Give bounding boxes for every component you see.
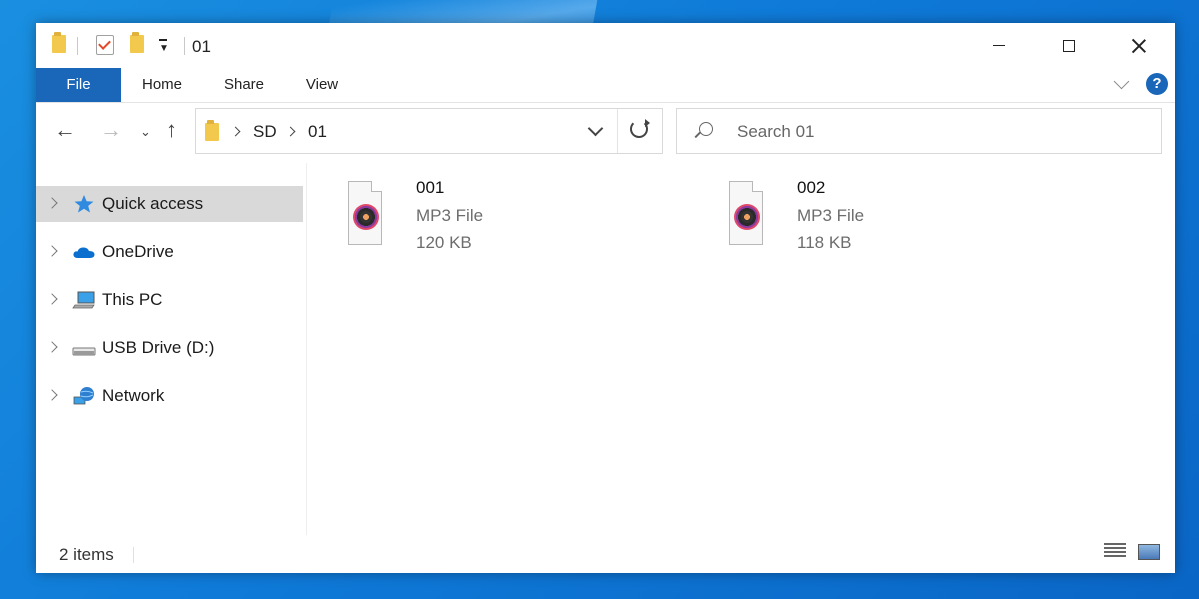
computer-icon xyxy=(72,291,95,309)
address-bar[interactable]: SD 01 xyxy=(195,108,663,154)
refresh-icon[interactable] xyxy=(630,119,650,138)
maximize-button[interactable] xyxy=(1034,23,1104,68)
close-icon xyxy=(1131,38,1147,54)
star-icon xyxy=(74,195,94,213)
nav-label: USB Drive (D:) xyxy=(102,338,215,357)
music-disc-icon xyxy=(353,204,379,230)
tab-view[interactable]: View xyxy=(292,68,352,102)
expand-chevron-icon[interactable] xyxy=(46,197,58,209)
nav-item-this-pc[interactable]: This PC xyxy=(36,282,303,318)
nav-label: Network xyxy=(102,386,165,405)
properties-check-icon[interactable] xyxy=(96,35,114,55)
ribbon-tabs: File Home Share View xyxy=(36,68,1175,103)
folder-icon xyxy=(205,120,219,141)
breadcrumb-chevron-icon[interactable] xyxy=(230,126,241,137)
search-input[interactable] xyxy=(735,119,1139,145)
help-icon[interactable]: ? xyxy=(1146,73,1168,95)
nav-item-network[interactable]: Network xyxy=(36,378,303,414)
nav-label: OneDrive xyxy=(102,242,174,261)
minimize-icon xyxy=(993,44,1005,47)
file-type: MP3 File xyxy=(416,206,484,225)
nav-item-usb-drive[interactable]: USB Drive (D:) xyxy=(36,330,303,366)
nav-label: Quick access xyxy=(102,194,204,213)
mp3-file-icon xyxy=(348,181,382,245)
expand-chevron-icon[interactable] xyxy=(46,245,58,257)
expand-ribbon-chevron-icon[interactable] xyxy=(1113,73,1130,90)
large-icons-view-icon[interactable] xyxy=(1138,544,1160,560)
pane-divider[interactable] xyxy=(306,163,307,535)
expand-chevron-icon[interactable] xyxy=(46,341,58,353)
nav-label: This PC xyxy=(102,290,163,309)
tab-share[interactable]: Share xyxy=(212,68,276,102)
tab-home[interactable]: Home xyxy=(128,68,196,102)
file-size: 120 KB xyxy=(416,233,472,252)
toolbar-separator xyxy=(184,37,185,55)
new-folder-icon[interactable] xyxy=(130,32,144,53)
window-title: 01 xyxy=(192,37,211,56)
search-box[interactable] xyxy=(676,108,1162,154)
folder-icon xyxy=(52,32,66,53)
file-item-002[interactable]: 002 MP3 File 118 KB xyxy=(729,178,969,252)
back-arrow-icon[interactable]: ← xyxy=(54,119,76,141)
customize-toolbar-dropdown-icon[interactable]: ▼ xyxy=(159,39,169,54)
close-button[interactable] xyxy=(1104,23,1174,68)
file-item-001[interactable]: 001 MP3 File 120 KB xyxy=(348,178,588,252)
expand-chevron-icon[interactable] xyxy=(46,293,58,305)
mp3-file-icon xyxy=(729,181,763,245)
music-disc-icon xyxy=(734,204,760,230)
status-separator xyxy=(133,547,134,563)
usb-drive-icon xyxy=(72,347,96,356)
item-count: 2 items xyxy=(59,545,114,564)
file-name: 002 xyxy=(797,178,826,197)
recent-locations-chevron-icon[interactable]: ⌄ xyxy=(140,121,151,143)
network-icon xyxy=(73,387,94,405)
minimize-button[interactable] xyxy=(964,23,1034,68)
details-view-icon[interactable] xyxy=(1104,543,1126,561)
breadcrumb-chevron-icon[interactable] xyxy=(285,126,296,137)
nav-item-onedrive[interactable]: OneDrive xyxy=(36,234,303,270)
maximize-icon xyxy=(1063,39,1075,52)
nav-item-quick-access[interactable]: Quick access xyxy=(36,186,303,222)
file-explorer-window: ▼ 01 File Home Share View ? ← → ⌄ ↑ SD 0… xyxy=(36,23,1175,573)
tab-file[interactable]: File xyxy=(36,68,121,102)
cloud-icon xyxy=(73,247,95,258)
breadcrumb-sd[interactable]: SD xyxy=(253,122,277,142)
breadcrumb-01[interactable]: 01 xyxy=(308,122,327,142)
up-arrow-icon[interactable]: ↑ xyxy=(166,119,177,141)
file-type: MP3 File xyxy=(797,206,865,225)
file-name: 001 xyxy=(416,178,445,197)
forward-arrow-icon[interactable]: → xyxy=(100,119,122,141)
file-size: 118 KB xyxy=(797,233,852,252)
address-dropdown-chevron-icon[interactable] xyxy=(587,120,604,137)
toolbar-separator xyxy=(77,37,78,55)
expand-chevron-icon[interactable] xyxy=(46,389,58,401)
title-bar: ▼ 01 xyxy=(36,23,1175,68)
address-divider xyxy=(617,109,618,153)
search-icon xyxy=(699,122,713,136)
